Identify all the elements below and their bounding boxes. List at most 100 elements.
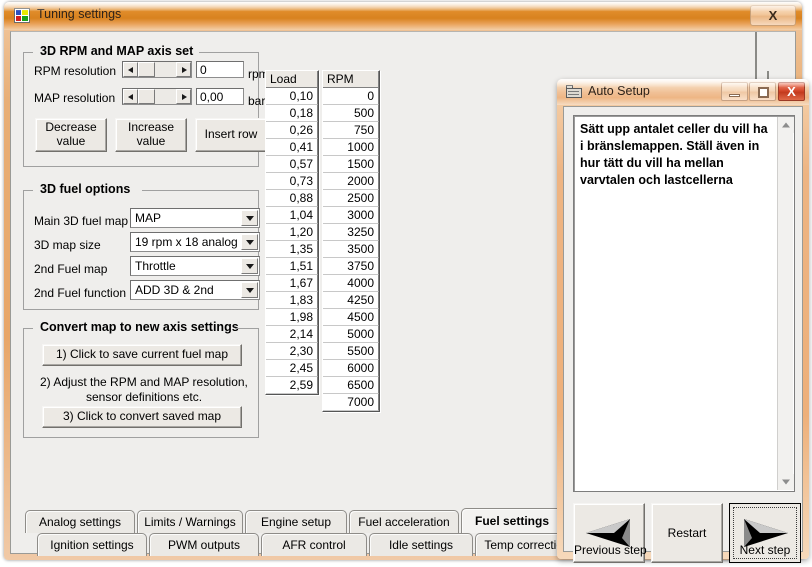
rpm-cell[interactable]: 2500 [323,190,379,207]
tab-idle-settings[interactable]: Idle settings [369,533,473,556]
load-grid[interactable]: Load 0,10 0,18 0,26 0,41 0,57 0,73 0,88 1,04 1,2… [265,70,319,395]
convert-saved-map-button[interactable]: 3) Click to convert saved map [42,406,242,428]
rpm-cell[interactable]: 1000 [323,139,379,156]
rpm-cell[interactable]: 6000 [323,360,379,377]
load-cell[interactable]: 1,04 [266,207,318,224]
rpm-cell[interactable]: 5000 [323,326,379,343]
load-cell[interactable]: 0,88 [266,190,318,207]
rpm-slider-thumb[interactable] [138,62,155,77]
tab-ignition-settings[interactable]: Ignition settings [37,533,147,556]
rpm-grid-body[interactable]: 0 500 750 1000 1500 2000 2500 3000 3250 3500 3750 4… [323,88,379,411]
rpm-cell[interactable]: 750 [323,122,379,139]
tab-label: Analog settings [38,515,122,529]
minimize-button[interactable] [721,82,748,101]
map-size-value: 19 rpm x 18 analog [135,235,238,249]
load-cell[interactable]: 0,73 [266,173,318,190]
rpm-slider-right-button[interactable] [176,62,191,77]
load-cell[interactable]: 0,18 [266,105,318,122]
chevron-down-icon[interactable] [241,258,258,274]
rpm-cell[interactable]: 3000 [323,207,379,224]
load-grid-body[interactable]: 0,10 0,18 0,26 0,41 0,57 0,73 0,88 1,04 1,20 1,35… [266,88,318,394]
rpm-cell[interactable]: 1500 [323,156,379,173]
rpm-cell[interactable]: 0 [323,88,379,105]
auto-setup-close-button[interactable]: X [778,82,805,101]
load-cell[interactable]: 1,83 [266,292,318,309]
axis-set-group: 3D RPM and MAP axis set RPM resolution 0… [23,44,269,167]
tab-pwm-outputs[interactable]: PWM outputs [149,533,259,556]
second-fuel-function-label: 2nd Fuel function [34,286,127,300]
decrease-value-button[interactable]: Decrease value [35,118,107,152]
rpm-cell[interactable]: 500 [323,105,379,122]
load-cell[interactable]: 1,35 [266,241,318,258]
tab-fuel-settings[interactable]: Fuel settings [461,508,563,533]
rpm-cell[interactable]: 6500 [323,377,379,394]
minimize-icon [729,94,740,97]
tab-limits-warnings[interactable]: Limits / Warnings [137,510,243,533]
instruction-textarea[interactable]: Sätt upp antalet celler du vill ha i brä… [573,115,795,492]
load-cell[interactable]: 1,67 [266,275,318,292]
rpm-cell[interactable]: 4000 [323,275,379,292]
chevron-down-icon[interactable] [241,282,258,298]
adjust-step-line2: sensor definitions etc. [86,390,203,404]
map-resolution-value[interactable]: 0,00 [196,88,244,105]
map-size-select[interactable]: 19 rpm x 18 analog [130,232,260,252]
load-cell[interactable]: 0,41 [266,139,318,156]
auto-setup-window: Auto Setup X Sätt upp antalet celler du … [557,79,809,563]
save-current-fuel-map-button[interactable]: 1) Click to save current fuel map [42,344,242,366]
load-cell[interactable]: 1,98 [266,309,318,326]
load-cell[interactable]: 1,20 [266,224,318,241]
increase-value-label-1: Increase [127,120,175,135]
rpm-cell[interactable]: 4500 [323,309,379,326]
load-cell[interactable]: 1,51 [266,258,318,275]
increase-value-button[interactable]: Increase value [115,118,187,152]
load-cell[interactable]: 2,30 [266,343,318,360]
chevron-down-icon[interactable] [241,210,258,226]
rpm-cell[interactable]: 3750 [323,258,379,275]
map-slider-left-button[interactable] [123,89,138,104]
rpm-resolution-value[interactable]: 0 [196,61,244,78]
save-map-label: 1) Click to save current fuel map [55,347,229,362]
previous-step-button[interactable]: Previous step [573,503,647,563]
second-fuel-map-select[interactable]: Throttle [130,256,260,276]
main-titlebar[interactable]: Tuning settings X [4,2,802,30]
map-resolution-slider[interactable] [122,88,192,105]
rpm-resolution-slider[interactable] [122,61,192,78]
tab-afr-control[interactable]: AFR control [261,533,367,556]
map-slider-right-button[interactable] [176,89,191,104]
maximize-button[interactable] [749,82,776,101]
chevron-down-icon[interactable] [241,234,258,250]
scroll-down-button[interactable] [778,474,794,490]
insert-row-label: Insert row [204,127,258,142]
load-cell[interactable]: 2,14 [266,326,318,343]
restart-button[interactable]: Restart [651,503,723,563]
load-cell[interactable]: 2,45 [266,360,318,377]
auto-setup-titlebar[interactable]: Auto Setup X [557,79,809,105]
load-cell[interactable]: 0,26 [266,122,318,139]
load-cell[interactable]: 0,10 [266,88,318,105]
rpm-cell[interactable]: 3500 [323,241,379,258]
next-step-button[interactable]: Next step [729,503,801,563]
chevron-up-icon [782,122,790,128]
tab-label: Ignition settings [50,538,134,552]
vertical-scrollbar[interactable] [777,117,794,490]
second-fuel-function-select[interactable]: ADD 3D & 2nd [130,280,260,300]
tab-fuel-acceleration[interactable]: Fuel acceleration [349,510,459,533]
rpm-cell[interactable]: 5500 [323,343,379,360]
instruction-text: Sätt upp antalet celler du vill ha i brä… [580,122,768,187]
rpm-cell[interactable]: 3250 [323,224,379,241]
map-slider-thumb[interactable] [138,89,155,104]
scroll-up-button[interactable] [778,117,794,133]
rpm-cell[interactable]: 7000 [323,394,379,411]
window-title: Tuning settings [37,7,122,21]
main-3d-fuel-map-select[interactable]: MAP [130,208,260,228]
close-button[interactable]: X [750,5,796,26]
insert-row-button[interactable]: Insert row [195,118,267,152]
rpm-slider-left-button[interactable] [123,62,138,77]
tab-engine-setup[interactable]: Engine setup [245,510,347,533]
rpm-cell[interactable]: 4250 [323,292,379,309]
load-cell[interactable]: 2,59 [266,377,318,394]
rpm-cell[interactable]: 2000 [323,173,379,190]
tab-analog-settings[interactable]: Analog settings [25,510,135,533]
rpm-grid[interactable]: RPM 0 500 750 1000 1500 2000 2500 3000 3250 3500 3… [322,70,380,412]
load-cell[interactable]: 0,57 [266,156,318,173]
